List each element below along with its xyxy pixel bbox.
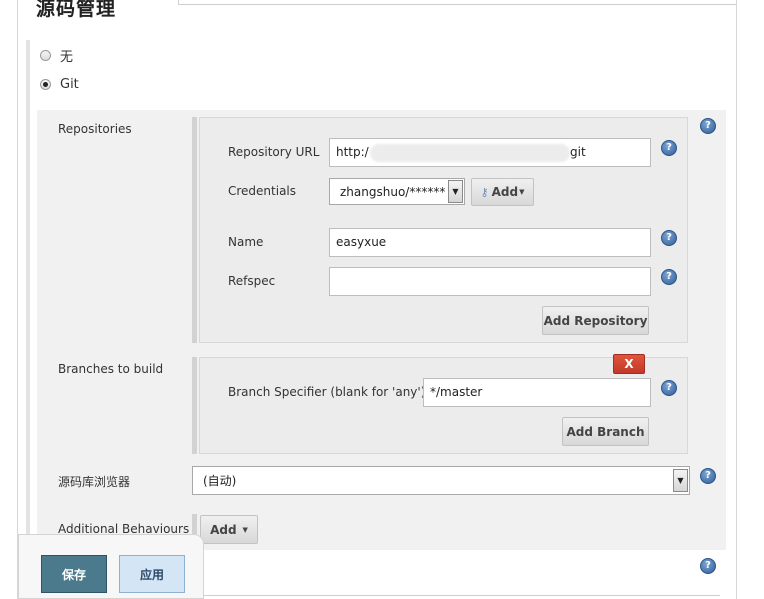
refspec-label: Refspec [228,274,276,288]
help-icon[interactable]: ? [700,468,716,484]
help-icon[interactable]: ? [700,118,716,134]
chevron-down-icon: ▼ [242,525,248,534]
page-frame-right [736,0,737,599]
credentials-label: Credentials [228,184,297,198]
delete-branch-button[interactable]: X [613,354,645,374]
help-icon[interactable]: ? [661,269,677,285]
repository-url-label: Repository URL [228,145,320,159]
tab-divider [178,4,736,5]
branches-label: Branches to build [58,362,164,376]
branches-bar [192,357,197,454]
repository-name-input[interactable]: easyxue [329,228,651,257]
bottom-sticker: 保存 应用 [18,534,204,599]
help-icon[interactable]: ? [661,230,677,246]
branch-specifier-label: Branch Specifier (blank for 'any') [228,385,426,399]
chevron-down-icon: ▼ [519,188,525,196]
redacted-url [370,144,570,162]
repository-url-prefix: http:/ [336,145,369,159]
add-credentials-button[interactable]: ⚷ Add ▼ [471,178,534,206]
help-icon[interactable]: ? [661,140,677,156]
section-title: 源码管理 [36,0,117,20]
add-credentials-label: Add [491,185,519,199]
radio-git[interactable] [40,79,51,90]
chevron-down-icon[interactable]: ▼ [448,180,463,203]
radio-none[interactable] [40,50,51,61]
page-frame-left [17,0,18,599]
key-icon: ⚷ [480,185,489,199]
section-indent-bar [26,40,30,560]
add-repository-button[interactable]: Add Repository [542,306,649,335]
repository-browser-label: 源码库浏览器 [58,475,131,489]
add-behaviour-button[interactable]: Add ▼ [200,515,258,544]
refspec-input[interactable] [329,267,651,296]
help-icon[interactable]: ? [661,380,677,396]
tab-divider-edge [178,0,179,5]
save-button[interactable]: 保存 [41,555,107,593]
repository-browser-value: (自动) [203,474,237,488]
repository-url-input[interactable]: http:/ git [329,138,651,167]
section-bottom-divider [200,595,720,596]
repositories-label: Repositories [58,122,132,136]
help-icon[interactable]: ? [700,558,716,574]
repositories-bar [192,117,197,343]
scm-option-git-label: Git [60,77,79,92]
branch-specifier-input[interactable]: */master [423,378,651,407]
apply-button[interactable]: 应用 [119,555,185,593]
add-branch-button[interactable]: Add Branch [562,417,649,446]
repository-browser-select[interactable]: (自动) ▼ [192,466,690,495]
scm-option-git[interactable]: Git [40,77,79,92]
repository-name-label: Name [228,235,264,249]
repository-url-suffix: git [570,145,586,159]
credentials-select[interactable]: zhangshuo/****** ▼ [329,178,465,205]
scm-option-none[interactable]: 无 [40,46,73,65]
add-behaviour-label: Add [210,522,237,537]
chevron-down-icon[interactable]: ▼ [673,469,688,492]
scm-option-none-label: 无 [60,50,74,65]
credentials-value: zhangshuo/****** [340,184,446,199]
